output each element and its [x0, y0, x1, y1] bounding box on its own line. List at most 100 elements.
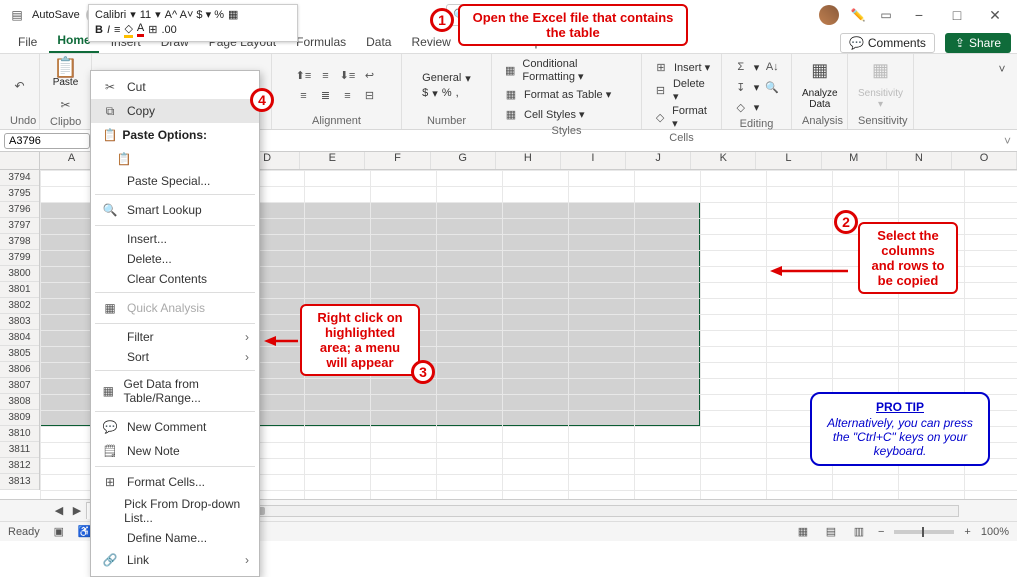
- mini-toolbar[interactable]: Calibri ▾ 11 ▾ A^ A˅ $ ▾ % ▦ B I ≡ ◇ A ⊞…: [88, 4, 298, 42]
- expand-formula-icon[interactable]: ˅: [998, 134, 1017, 148]
- row-3797[interactable]: 3797: [0, 218, 39, 234]
- ctx-smart-lookup[interactable]: 🔍Smart Lookup: [91, 198, 259, 222]
- sensitivity-label[interactable]: Sensitivity ▾: [858, 88, 903, 110]
- mini-extra[interactable]: A^ A˅ $ ▾ %: [165, 8, 224, 21]
- mini-font[interactable]: Calibri: [95, 9, 126, 21]
- row-3805[interactable]: 3805: [0, 346, 39, 362]
- cell-styles-btn[interactable]: ▦Cell Styles ▾: [502, 105, 631, 123]
- fill-icon[interactable]: ↧: [732, 78, 750, 96]
- wrap-icon[interactable]: ↩: [361, 67, 379, 85]
- ctx-get-data[interactable]: ▦Get Data from Table/Range...: [91, 374, 259, 408]
- col-E[interactable]: E: [300, 152, 365, 169]
- ctx-new-note[interactable]: 🗒New Note: [91, 439, 259, 463]
- row-3802[interactable]: 3802: [0, 298, 39, 314]
- format-cells-btn[interactable]: ◇Format ▾: [652, 105, 711, 130]
- col-H[interactable]: H: [496, 152, 561, 169]
- view-layout-icon[interactable]: ▤: [822, 523, 840, 541]
- tab-file[interactable]: File: [10, 31, 45, 53]
- currency-btn[interactable]: $: [422, 87, 428, 99]
- font-color-icon[interactable]: A: [137, 22, 144, 37]
- col-I[interactable]: I: [561, 152, 626, 169]
- col-L[interactable]: L: [756, 152, 821, 169]
- insert-cells-btn[interactable]: ⊞Insert ▾: [652, 58, 711, 76]
- row-3796[interactable]: 3796: [0, 202, 39, 218]
- share-button[interactable]: ⇪ Share: [945, 33, 1011, 53]
- row-3812[interactable]: 3812: [0, 458, 39, 474]
- select-all-corner[interactable]: [0, 152, 40, 169]
- fill-color-icon[interactable]: ◇: [124, 22, 132, 38]
- tab-formulas[interactable]: Formulas: [288, 31, 354, 53]
- decimals-icon[interactable]: .00: [161, 24, 176, 36]
- view-normal-icon[interactable]: ▦: [794, 523, 812, 541]
- col-M[interactable]: M: [822, 152, 887, 169]
- paste-label[interactable]: Paste: [53, 77, 79, 88]
- align-right-icon[interactable]: ≡: [339, 87, 357, 105]
- comments-button[interactable]: 💬 Comments: [840, 33, 935, 53]
- row-3808[interactable]: 3808: [0, 394, 39, 410]
- ctx-insert[interactable]: Insert...: [91, 229, 259, 249]
- merge-btn[interactable]: ⊟: [361, 87, 379, 105]
- sensitivity-icon[interactable]: ▦: [872, 62, 890, 80]
- border-icon[interactable]: ⊞: [148, 23, 157, 36]
- align-bot-icon[interactable]: ⬇≡: [339, 67, 357, 85]
- row-3810[interactable]: 3810: [0, 426, 39, 442]
- row-3806[interactable]: 3806: [0, 362, 39, 378]
- ctx-paste-option-1[interactable]: 📋: [91, 147, 259, 171]
- zoom-level[interactable]: 100%: [981, 526, 1009, 538]
- window-close[interactable]: ✕: [981, 7, 1009, 24]
- zoom-in-btn[interactable]: +: [964, 526, 970, 538]
- comma-btn[interactable]: ,: [456, 87, 459, 99]
- col-J[interactable]: J: [626, 152, 691, 169]
- paste-icon[interactable]: 📋: [56, 58, 74, 76]
- tab-data[interactable]: Data: [358, 31, 399, 53]
- find-icon[interactable]: 🔍: [763, 78, 781, 96]
- col-O[interactable]: O: [952, 152, 1017, 169]
- analyze-icon[interactable]: ▦: [811, 62, 829, 80]
- ctx-filter[interactable]: Filter›: [91, 327, 259, 347]
- tab-review[interactable]: Review: [403, 31, 458, 53]
- percent-btn[interactable]: %: [442, 87, 452, 99]
- zoom-out-btn[interactable]: −: [878, 526, 884, 538]
- format-table-btn[interactable]: ▦Format as Table ▾: [502, 85, 631, 103]
- row-3813[interactable]: 3813: [0, 474, 39, 490]
- name-box[interactable]: [4, 133, 90, 149]
- mini-bold[interactable]: B: [95, 24, 103, 36]
- horizontal-scrollbar[interactable]: [142, 505, 959, 517]
- eyedropper-icon[interactable]: ✏️: [849, 6, 867, 24]
- row-3807[interactable]: 3807: [0, 378, 39, 394]
- align-mid-icon[interactable]: ≡: [317, 67, 335, 85]
- ctx-cut[interactable]: ✂Cut: [91, 75, 259, 99]
- col-G[interactable]: G: [431, 152, 496, 169]
- window-maximize[interactable]: □: [943, 7, 971, 23]
- delete-cells-btn[interactable]: ⊟Delete ▾: [652, 78, 711, 103]
- autosum-icon[interactable]: Σ: [732, 58, 750, 76]
- align-top-icon[interactable]: ⬆≡: [295, 67, 313, 85]
- sheet-nav-prev-icon[interactable]: ◀: [50, 502, 68, 520]
- ctx-new-comment[interactable]: 💬New Comment: [91, 415, 259, 439]
- avatar[interactable]: [819, 5, 839, 25]
- mini-italic[interactable]: I: [107, 24, 110, 36]
- sort-filter-icon[interactable]: A↓: [763, 58, 781, 76]
- collapse-ribbon-icon[interactable]: ˅: [993, 60, 1011, 78]
- ctx-clear[interactable]: Clear Contents: [91, 269, 259, 289]
- row-3804[interactable]: 3804: [0, 330, 39, 346]
- row-3800[interactable]: 3800: [0, 266, 39, 282]
- row-headers[interactable]: 3794379537963797379837993800380138023803…: [0, 170, 40, 490]
- mini-size[interactable]: 11: [140, 9, 151, 21]
- macro-rec-icon[interactable]: ▣: [50, 523, 68, 541]
- col-F[interactable]: F: [365, 152, 430, 169]
- align-center-icon[interactable]: ≣: [317, 87, 335, 105]
- view-break-icon[interactable]: ▥: [850, 523, 868, 541]
- ctx-define-name[interactable]: Define Name...: [91, 528, 259, 548]
- analyze-label[interactable]: Analyze Data: [802, 88, 838, 110]
- row-3809[interactable]: 3809: [0, 410, 39, 426]
- undo-icon[interactable]: ↶: [11, 77, 29, 95]
- row-3794[interactable]: 3794: [0, 170, 39, 186]
- clear-icon[interactable]: ◇: [732, 98, 750, 116]
- ctx-format-cells[interactable]: ⊞Format Cells...: [91, 470, 259, 494]
- ctx-link[interactable]: 🔗Link›: [91, 548, 259, 572]
- ctx-pick-dropdown[interactable]: Pick From Drop-down List...: [91, 494, 259, 528]
- number-format[interactable]: General: [422, 72, 461, 84]
- align-icon[interactable]: ≡: [114, 24, 120, 36]
- col-K[interactable]: K: [691, 152, 756, 169]
